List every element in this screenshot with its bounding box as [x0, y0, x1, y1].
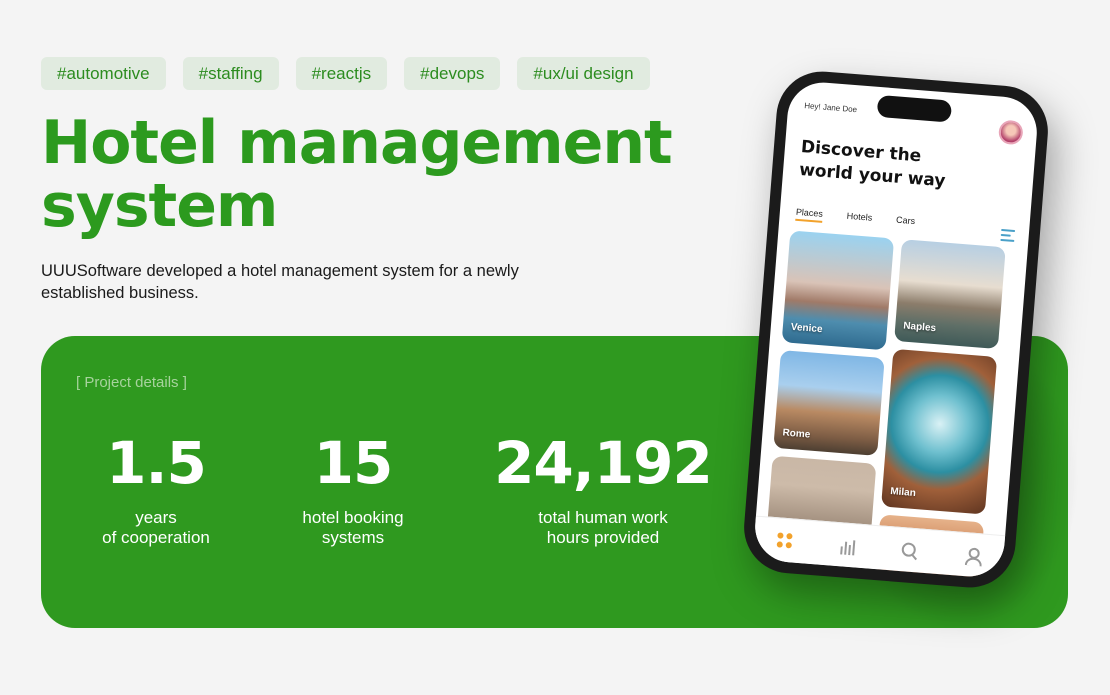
place-card-milan[interactable]: Milan — [881, 348, 998, 515]
greeting-text: Hey! Jane Doe — [803, 101, 858, 115]
place-label-naples: Naples — [902, 320, 937, 335]
tag-devops[interactable]: #devops — [404, 57, 501, 90]
user-icon[interactable] — [963, 546, 982, 565]
place-label-rome: Rome — [782, 427, 811, 441]
tag-list: #automotive #staffing #reactjs #devops #… — [41, 57, 650, 90]
tag-automotive[interactable]: #automotive — [41, 57, 166, 90]
tag-ux-ui-design[interactable]: #ux/ui design — [517, 57, 650, 90]
stat-systems-value: 15 — [313, 429, 394, 497]
phone-notch — [876, 94, 953, 123]
stat-hours-label-line2: hours provided — [546, 528, 660, 547]
stat-years-label: years of cooperation — [76, 508, 236, 548]
category-tabs: Places Hotels Cars — [795, 206, 916, 230]
stat-systems-label: hotel booking systems — [273, 508, 433, 548]
project-description: UUUSoftware developed a hotel management… — [41, 262, 519, 302]
stat-hours: 24,192 total human work hours provided — [493, 428, 713, 548]
stat-years-label-line1: years — [135, 508, 177, 527]
phone-mockup: Hey! Jane Doe Discover the world your wa… — [740, 68, 1052, 591]
stat-years: 1.5 years of cooperation — [76, 428, 236, 548]
filter-icon[interactable] — [1000, 228, 1016, 243]
tab-cars[interactable]: Cars — [895, 215, 916, 230]
search-icon[interactable] — [900, 541, 919, 560]
place-label-venice: Venice — [790, 321, 823, 336]
stat-systems: 15 hotel booking systems — [273, 428, 433, 548]
stats-icon[interactable] — [838, 536, 857, 555]
stat-hours-label-line1: total human work — [538, 508, 668, 527]
avatar[interactable] — [997, 119, 1024, 146]
place-card-rome[interactable]: Rome — [773, 350, 885, 456]
place-card-venice[interactable]: Venice — [781, 230, 895, 351]
app-headline: Discover the world your way — [798, 137, 947, 192]
grid-icon[interactable] — [776, 531, 795, 550]
place-card-naples[interactable]: Naples — [894, 239, 1006, 350]
place-label-milan: Milan — [889, 486, 917, 500]
tag-reactjs[interactable]: #reactjs — [295, 57, 388, 90]
stat-years-value: 1.5 — [106, 429, 207, 497]
stat-hours-label: total human work hours provided — [493, 508, 713, 548]
tab-hotels[interactable]: Hotels — [846, 211, 872, 227]
stat-systems-label-line2: systems — [321, 528, 385, 547]
phone-screen: Hey! Jane Doe Discover the world your wa… — [752, 79, 1040, 580]
stat-hours-value: 24,192 — [494, 429, 713, 497]
project-details-label: [ Project details ] — [76, 374, 187, 391]
tab-places[interactable]: Places — [795, 206, 824, 223]
stat-years-label-line2: of cooperation — [102, 528, 210, 547]
page-title: Hotel management system — [41, 108, 673, 241]
stat-systems-label-line1: hotel booking — [302, 508, 404, 527]
tag-staffing[interactable]: #staffing — [182, 57, 279, 90]
